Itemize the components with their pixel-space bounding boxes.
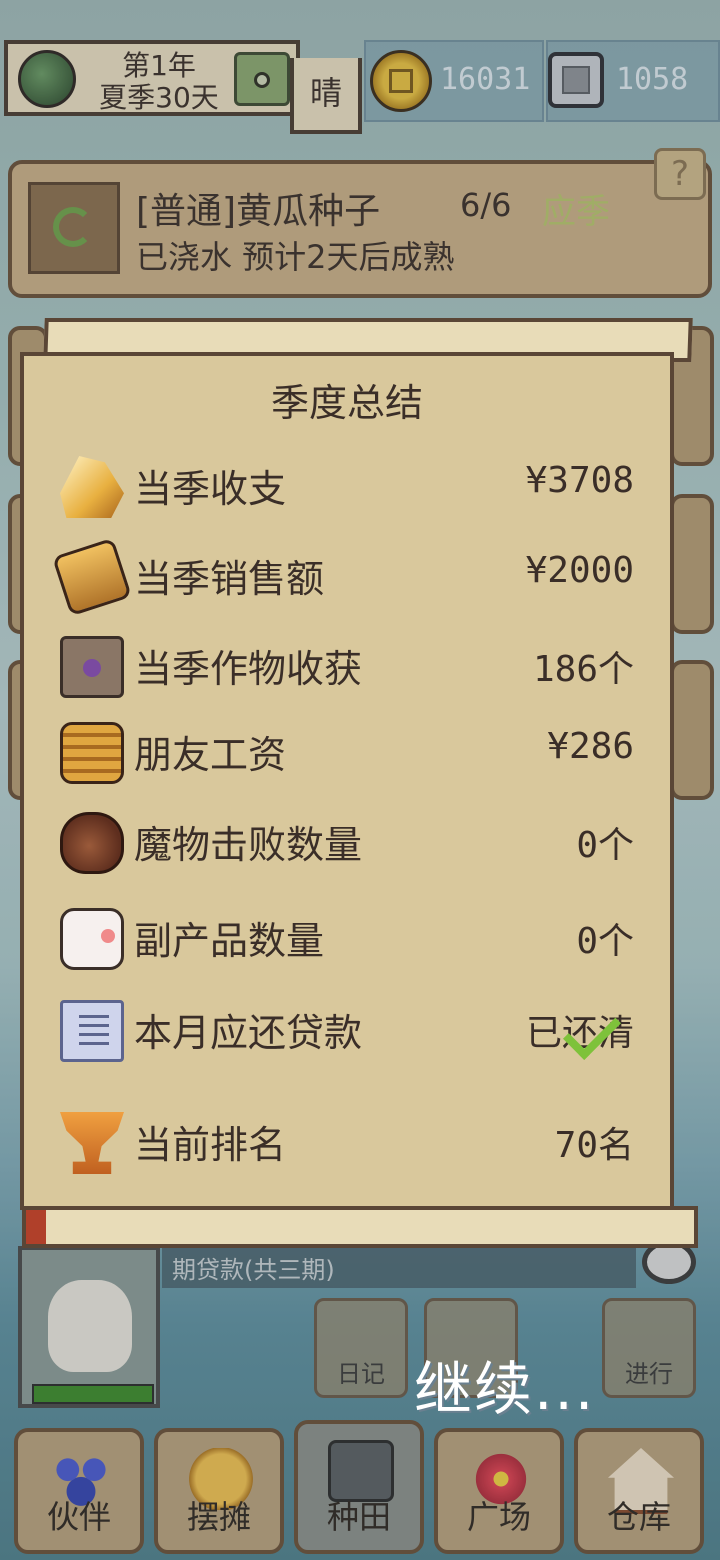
- row-value: 186个: [532, 649, 634, 690]
- weather-label: 晴: [290, 58, 362, 134]
- season-tag: 应季: [542, 192, 610, 232]
- row-value: ¥2000: [525, 550, 634, 591]
- nav-label: 摆摊: [186, 1498, 251, 1536]
- loan-banner: 期贷款(共三期): [162, 1244, 636, 1288]
- row-label: 当季作物收获: [134, 647, 363, 691]
- sprout-icon: [28, 182, 120, 274]
- trophy-icon: [60, 1112, 124, 1174]
- diary-button[interactable]: 日记: [314, 1298, 408, 1398]
- row-label: 当前排名: [134, 1123, 287, 1167]
- stamina-bar: [32, 1384, 154, 1404]
- row-value: 0个: [576, 921, 634, 962]
- gem-value: 1058: [616, 62, 689, 97]
- nav-label: 伙伴: [46, 1498, 111, 1536]
- row-label: 朋友工资: [134, 733, 287, 777]
- basket-icon: [60, 722, 124, 784]
- summary-row: 当季销售额 ¥2000: [24, 536, 670, 617]
- egg-icon: [60, 908, 124, 970]
- summary-row: 朋友工资 ¥286: [24, 712, 670, 792]
- nav-warehouse[interactable]: 仓库: [574, 1428, 704, 1554]
- proceed-button[interactable]: 进行: [602, 1298, 696, 1398]
- document-icon: [60, 1000, 124, 1062]
- season-summary-dialog: 季度总结 当季收支 ¥3708 当季销售额 ¥2000 当季作物收获 186个 …: [20, 352, 674, 1210]
- row-value: ¥3708: [525, 460, 634, 501]
- nav-partners[interactable]: 伙伴: [14, 1428, 144, 1554]
- crop-title: [普通]黄瓜种子: [136, 191, 381, 232]
- nav-plaza[interactable]: 广场: [434, 1428, 564, 1554]
- nav-label: 仓库: [606, 1498, 671, 1536]
- dialog-title: 季度总结: [270, 381, 423, 425]
- help-button[interactable]: ?: [654, 148, 706, 200]
- diary-label: 日记: [337, 1360, 385, 1388]
- date-panel: 第1年 夏季30天: [4, 40, 300, 116]
- nav-stall[interactable]: 摆摊: [154, 1428, 284, 1554]
- gem-icon: [548, 52, 604, 108]
- avatar: [48, 1280, 132, 1372]
- globe-icon: [18, 50, 76, 108]
- row-value: 0个: [576, 825, 634, 866]
- background-tab: [670, 494, 714, 634]
- nav-label: 种田: [326, 1498, 391, 1536]
- bread-icon: [51, 537, 133, 617]
- nav-farming[interactable]: 种田: [294, 1420, 424, 1554]
- nav-label: 广场: [466, 1498, 531, 1536]
- gem-counter: 1058: [546, 40, 720, 122]
- row-label: 当季收支: [134, 467, 287, 511]
- row-label: 魔物击败数量: [134, 823, 363, 867]
- scroll-bottom-roll: [22, 1206, 698, 1248]
- character-portrait[interactable]: [18, 1246, 160, 1408]
- season-day-label: 夏季30天: [99, 81, 219, 114]
- summary-row: 副产品数量 0个: [24, 898, 670, 978]
- continue-prompt[interactable]: 继续...: [414, 1342, 595, 1426]
- coin-icon: [370, 50, 432, 112]
- row-label: 当季销售额: [134, 557, 325, 601]
- coin-value: 16031: [440, 62, 531, 97]
- proceed-label: 进行: [625, 1360, 673, 1388]
- summary-row: 当季收支 ¥3708: [24, 446, 670, 526]
- crystal-icon: [60, 456, 124, 518]
- season-button[interactable]: [234, 52, 290, 106]
- bag-icon: [60, 812, 124, 874]
- crop-status: 已浇水 预计2天后成熟: [136, 238, 455, 276]
- background-tab: [670, 660, 714, 800]
- row-value: 70名: [554, 1125, 634, 1166]
- summary-row: 魔物击败数量 0个: [24, 802, 670, 882]
- summary-row: 当前排名 70名: [24, 1102, 670, 1182]
- row-label: 本月应还贷款: [134, 1011, 363, 1055]
- summary-row: 当季作物收获 186个: [24, 626, 670, 706]
- loan-text: 期贷款(共三期): [172, 1256, 335, 1284]
- row-value: ¥286: [547, 726, 634, 767]
- seed-box-icon: [60, 636, 124, 698]
- row-label: 副产品数量: [134, 919, 325, 963]
- coin-counter: 16031: [364, 40, 544, 122]
- crop-info-panel[interactable]: [普通]黄瓜种子 6/6 应季 已浇水 预计2天后成熟: [8, 160, 712, 298]
- crop-count: 6/6: [460, 186, 512, 224]
